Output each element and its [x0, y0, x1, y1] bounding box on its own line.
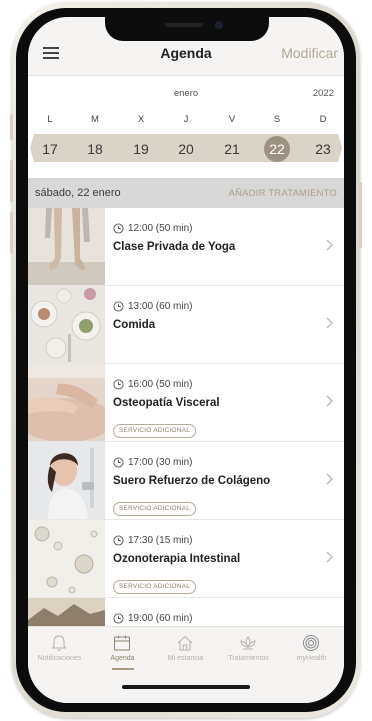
- lotus-icon: [240, 636, 256, 650]
- additional-service-badge: SERVICIO ADICIONAL: [113, 502, 197, 516]
- weekday-label: X: [137, 114, 145, 125]
- calendar-year: 2022: [312, 88, 334, 99]
- appointment-title: Clase Privada de Yoga: [113, 241, 236, 253]
- chevron-right-icon: [326, 317, 333, 329]
- appointment-item[interactable]: 16:00 (50 min) Osteopatía Visceral SERVI…: [28, 364, 344, 442]
- calendar-day[interactable]: 19: [128, 136, 154, 162]
- appointment-item[interactable]: 17:00 (30 min) Suero Refuerzo de Colágen…: [28, 442, 344, 520]
- massage-thumbnail: [28, 364, 105, 441]
- weekday-label: J: [183, 114, 189, 125]
- weekday-label: D: [319, 114, 327, 125]
- power-button: [359, 182, 362, 248]
- appointment-time: 17:30 (15 min): [128, 535, 193, 546]
- home-indicator[interactable]: [122, 685, 250, 689]
- appointment-time: 16:00 (50 min): [128, 379, 193, 390]
- tab-label: Tratamientos: [228, 655, 269, 662]
- yoga-thumbnail: [28, 208, 105, 285]
- appointment-item[interactable]: 19:00 (60 min): [28, 598, 344, 626]
- appointment-time: 19:00 (60 min): [128, 613, 193, 624]
- modify-button[interactable]: Modificar: [281, 45, 338, 61]
- bottom-tab-bar: Notificaciones Agenda Mi estancia Tratam…: [28, 626, 344, 703]
- front-camera: [215, 21, 223, 29]
- target-icon: [303, 635, 319, 651]
- active-tab-indicator: [112, 668, 134, 670]
- calendar-month: enero: [173, 88, 199, 99]
- weekday-label: S: [273, 114, 281, 125]
- weekday-label: M: [91, 114, 99, 125]
- bell-icon: [51, 635, 67, 651]
- weekday-label: L: [47, 114, 53, 125]
- speaker-grille: [165, 23, 203, 27]
- tab-myhealth[interactable]: myHealth: [280, 627, 343, 675]
- chevron-right-icon: [326, 551, 333, 563]
- additional-service-badge: SERVICIO ADICIONAL: [113, 580, 197, 594]
- clock-icon: [113, 301, 124, 312]
- mute-switch: [10, 114, 13, 140]
- appointment-time: 13:00 (60 min): [128, 301, 193, 312]
- calendar-day[interactable]: 21: [219, 136, 245, 162]
- tab-agenda[interactable]: Agenda: [91, 627, 154, 675]
- date-bar: sábado, 22 enero AÑADIR TRATAMIENTO: [28, 178, 344, 208]
- tab-label: myHealth: [296, 655, 327, 662]
- tab-label: Mi estancia: [167, 655, 204, 662]
- clock-icon: [113, 379, 124, 390]
- notch: [105, 17, 269, 41]
- calendar-day[interactable]: 23: [310, 136, 336, 162]
- appointment-time: 12:00 (50 min): [128, 223, 193, 234]
- chevron-right-icon: [326, 473, 333, 485]
- app-screen: Agenda Modificar enero 2022 L M X J V S …: [28, 17, 344, 703]
- appointment-time: 17:00 (30 min): [128, 457, 193, 468]
- house-icon: [177, 635, 193, 651]
- tab-label: Notificaciones: [37, 655, 82, 662]
- calendar-day-selected[interactable]: 22: [264, 136, 290, 162]
- appointment-title: Suero Refuerzo de Colágeno: [113, 475, 271, 487]
- tab-mi-estancia[interactable]: Mi estancia: [154, 627, 217, 675]
- appointment-title: Comida: [113, 319, 156, 331]
- drip-thumbnail: [28, 442, 105, 519]
- bubbles-thumbnail: [28, 520, 105, 597]
- calendar-icon: [114, 635, 130, 651]
- week-calendar: enero 2022 L M X J V S D 17 18 19 20 21 …: [28, 76, 344, 178]
- clock-icon: [113, 223, 124, 234]
- clock-icon: [113, 457, 124, 468]
- weekday-label: V: [228, 114, 236, 125]
- appointment-title: Ozonoterapia Intestinal: [113, 553, 241, 565]
- appointment-list: 12:00 (50 min) Clase Privada de Yoga 13:…: [28, 208, 344, 626]
- add-treatment-button[interactable]: AÑADIR TRATAMIENTO: [229, 188, 337, 199]
- calendar-day[interactable]: 17: [37, 136, 63, 162]
- volume-down-button: [10, 212, 13, 254]
- additional-service-badge: SERVICIO ADICIONAL: [113, 424, 197, 438]
- clock-icon: [113, 535, 124, 546]
- volume-up-button: [10, 160, 13, 202]
- selected-date-label: sábado, 22 enero: [35, 187, 121, 199]
- appointment-item[interactable]: 17:30 (15 min) Ozonoterapia Intestinal S…: [28, 520, 344, 598]
- clock-icon: [113, 613, 124, 624]
- calendar-day[interactable]: 20: [173, 136, 199, 162]
- landscape-thumbnail: [28, 598, 105, 626]
- appointment-title: Osteopatía Visceral: [113, 397, 220, 409]
- appointment-item[interactable]: 12:00 (50 min) Clase Privada de Yoga: [28, 208, 344, 286]
- tab-notificaciones[interactable]: Notificaciones: [28, 627, 91, 675]
- calendar-day[interactable]: 18: [82, 136, 108, 162]
- tab-label: Agenda: [110, 655, 135, 662]
- appointment-item[interactable]: 13:00 (60 min) Comida: [28, 286, 344, 364]
- chevron-right-icon: [326, 395, 333, 407]
- tab-tratamientos[interactable]: Tratamientos: [217, 627, 280, 675]
- chevron-right-icon: [326, 239, 333, 251]
- meal-thumbnail: [28, 286, 105, 363]
